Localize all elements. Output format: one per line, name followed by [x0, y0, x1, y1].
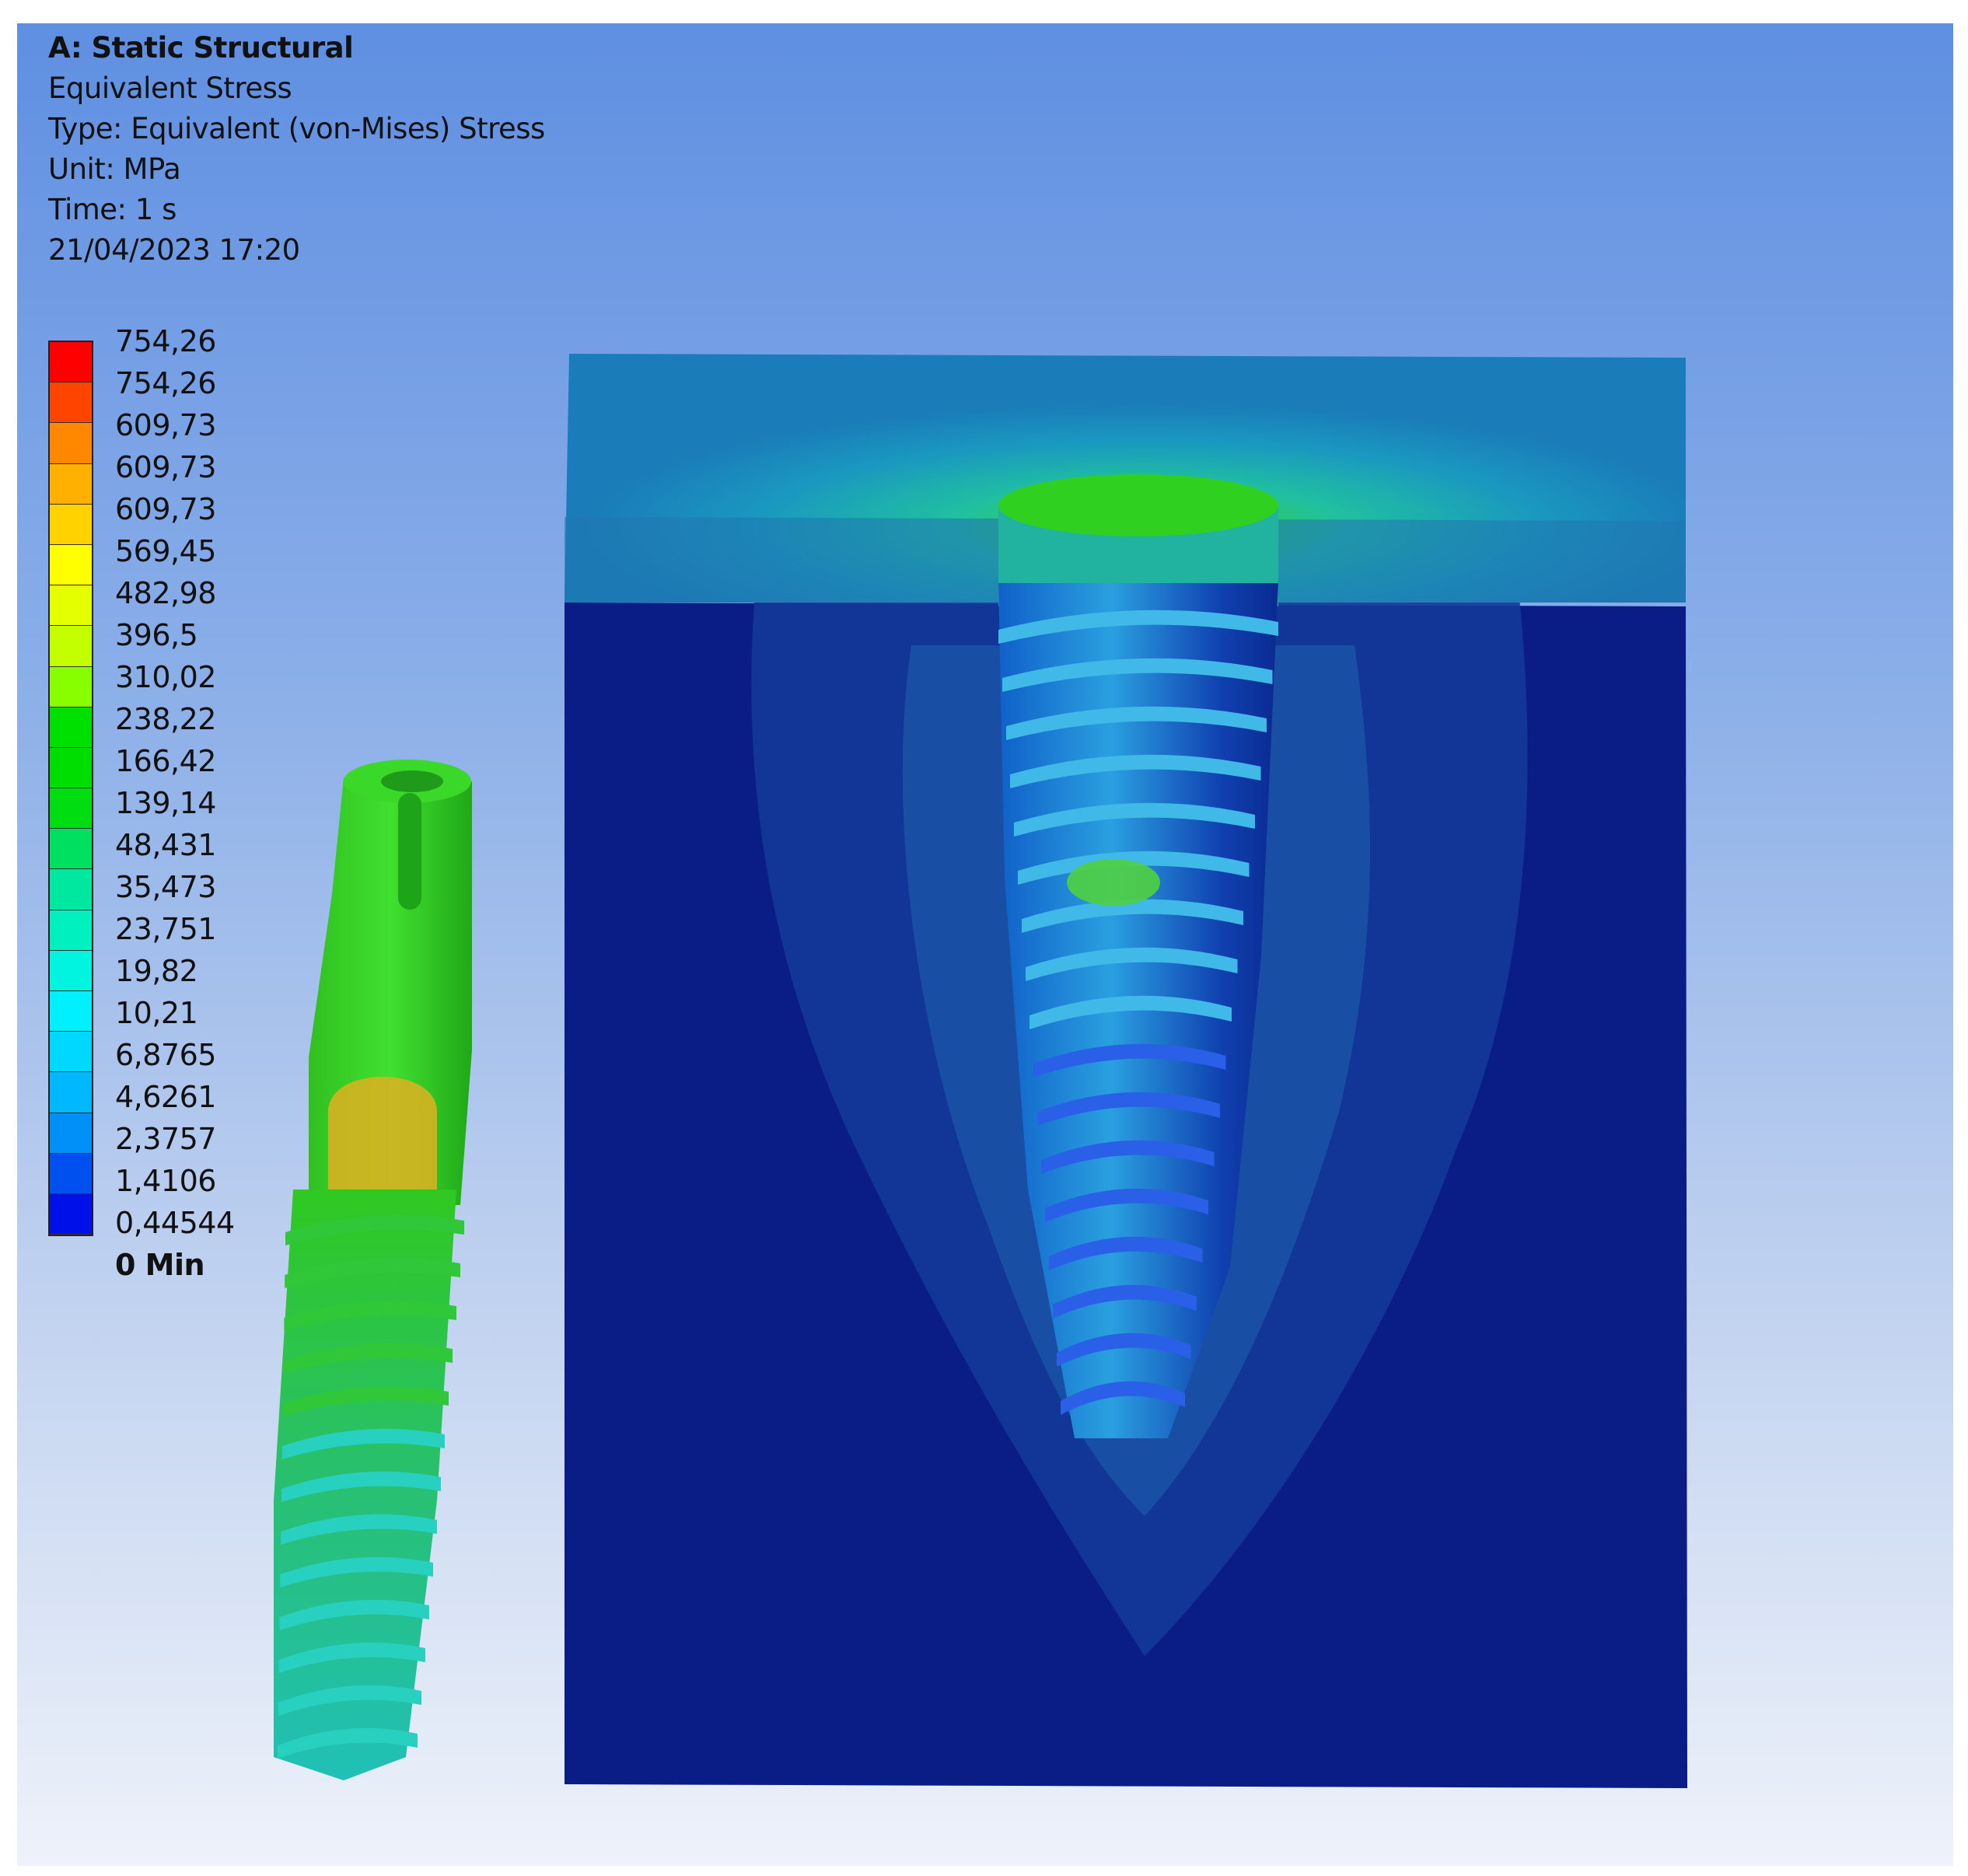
implant-model: [274, 760, 472, 1780]
implant-assembly: [274, 760, 472, 1780]
result-viewport[interactable]: A: Static Structural Equivalent Stress T…: [17, 23, 1953, 1866]
